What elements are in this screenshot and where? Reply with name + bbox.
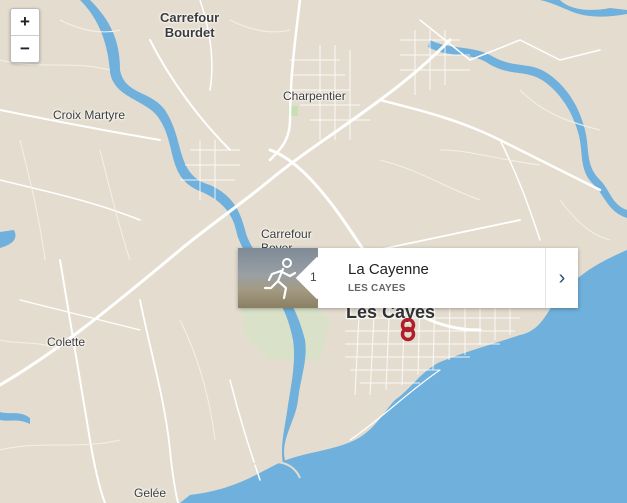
zoom-control: + − bbox=[10, 8, 40, 63]
zoom-in-button[interactable]: + bbox=[11, 9, 39, 36]
location-index: 1 bbox=[310, 270, 317, 284]
map[interactable]: Carrefour Bourdet Charpentier Croix Mart… bbox=[0, 0, 627, 503]
place-label-carrefour-bourdet: Carrefour Bourdet bbox=[160, 10, 220, 40]
place-label-colette: Colette bbox=[47, 335, 86, 349]
location-subtitle: LES CAYES bbox=[348, 283, 406, 294]
location-popup[interactable]: 1 La Cayenne LES CAYES › bbox=[238, 248, 578, 308]
location-title[interactable]: La Cayenne bbox=[348, 261, 429, 278]
place-label-gelee: Gelée bbox=[134, 486, 167, 500]
place-label-croix-martyre: Croix Martyre bbox=[53, 108, 126, 122]
chevron-right-icon[interactable]: › bbox=[545, 248, 578, 308]
map-pin-icon[interactable] bbox=[398, 317, 418, 347]
place-label-charpentier: Charpentier bbox=[283, 89, 346, 103]
zoom-out-button[interactable]: − bbox=[11, 36, 39, 62]
